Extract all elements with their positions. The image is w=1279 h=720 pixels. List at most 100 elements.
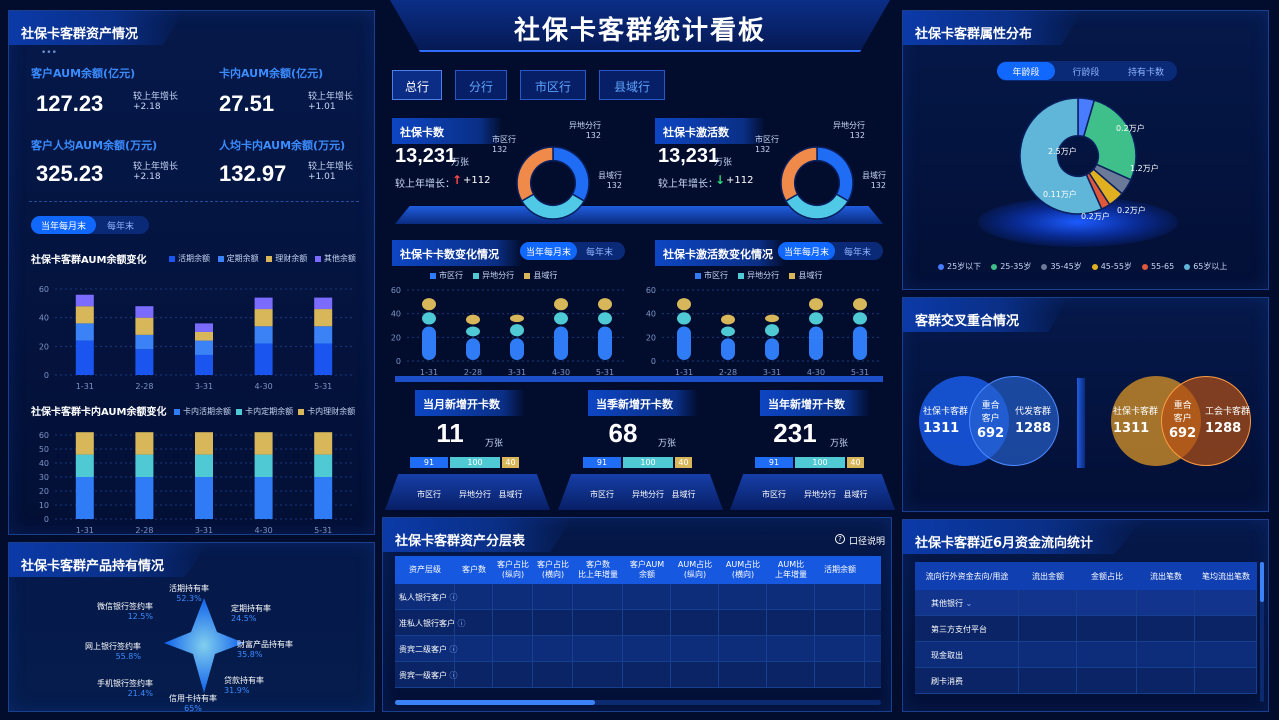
toggle-monthly[interactable]: 当年每月末 [520, 242, 578, 260]
tab-age[interactable]: 年龄段 [997, 62, 1055, 80]
legend-label: 市区行 [704, 271, 728, 280]
legend-swatch [298, 408, 305, 415]
tier-cell [493, 635, 533, 662]
tick-label: 20 [391, 333, 401, 342]
card-count-cmp-value: +112 [463, 175, 491, 186]
flow-scrollbar[interactable] [1260, 562, 1264, 702]
bar-segment [422, 298, 436, 311]
toggle-monthly[interactable]: 当年每月末 [31, 216, 97, 234]
aum-balance-chart: 0 20 40 60 1-31 2-28 3-31 4-30 5-31 [39, 285, 353, 391]
x-tick-label: 2-28 [135, 526, 153, 535]
tier-cell [573, 635, 623, 662]
card-count-title: 社保卡数 [392, 118, 502, 144]
flow-row[interactable]: 刷卡消费 [915, 667, 1257, 694]
bar-segment [598, 326, 612, 360]
flow-table: 流向行外资金去向/用途 流出金额 金额占比 流出笔数 笔均流出笔数 其他银行 ⌄ 第三方支… [915, 562, 1257, 694]
toggle-monthly[interactable]: 当年每月末 [778, 242, 836, 260]
new-card-unit: 万张 [830, 439, 849, 449]
tab-branch[interactable]: 分行 [455, 70, 507, 100]
pie-slice [552, 146, 590, 203]
tick-label: 60 [646, 286, 656, 295]
tier-header-cell: 活期余额 [824, 565, 856, 574]
toggle-yearly[interactable]: 每年末 [838, 242, 877, 260]
bar-segment [765, 324, 779, 337]
tab-county-branch[interactable]: 县域行 [599, 70, 665, 100]
tier-cell [623, 661, 671, 688]
radar-label: 定期持有率 24.5% [231, 603, 271, 623]
bar-segment [254, 326, 273, 344]
flow-cell [1019, 641, 1077, 668]
tier-header-cell: 客户AUM 余额 [629, 560, 665, 579]
legend-label: 县域行 [533, 271, 558, 280]
venn-name: 社保卡客群 [1113, 407, 1159, 417]
tick-label: 20 [646, 333, 656, 342]
bar-segment [809, 326, 823, 360]
product-panel: 社保卡客群产品持有情况 活期持有率 52.3% 定期持有率 24.5% 财富产品持有… [8, 542, 375, 713]
bar-segment [510, 314, 524, 323]
bar-segment [721, 338, 735, 360]
tier-cell [533, 661, 573, 688]
legend-swatch [169, 255, 175, 262]
bar-segment [75, 306, 94, 324]
new-card-bar-label: 市区行 [590, 490, 614, 499]
scrollbar-thumb[interactable] [1260, 562, 1264, 602]
help-link[interactable]: 口径说明 [849, 534, 885, 547]
new-card-bar: 91 [410, 457, 448, 468]
bar-segment [554, 298, 568, 311]
dots-icon: ••• [41, 48, 57, 58]
toggle-yearly[interactable]: 每年末 [97, 216, 144, 234]
metric-cmp-value: +1.01 [308, 102, 336, 112]
bar-segment [254, 297, 273, 310]
metric-label: 客户人均AUM余额(万元) [31, 139, 158, 152]
tab-city-branch[interactable]: 市区行 [520, 70, 586, 100]
bar-segment [721, 314, 735, 325]
flow-panel-title: 社保卡客群近6月资金流向统计 [903, 520, 1143, 554]
legend-label: 卡内活期余额 [183, 407, 231, 416]
help-icon[interactable]: ? [835, 534, 845, 544]
tab-card-count[interactable]: 持有卡数 [1117, 62, 1175, 80]
tier-cell [623, 583, 671, 610]
legend-swatch [938, 263, 944, 270]
toggle-yearly[interactable]: 每年末 [580, 242, 619, 260]
tier-row[interactable]: 贵宾二级客户 ⓘ [395, 635, 881, 662]
legend-swatch [430, 272, 436, 279]
bar-segment [598, 298, 612, 311]
card-change-title: 社保卡卡数变化情况 [392, 240, 522, 266]
tier-cell [455, 661, 493, 688]
legend-swatch [738, 272, 745, 279]
tab-tenure[interactable]: 行龄段 [1057, 62, 1115, 80]
flow-cell [1137, 641, 1195, 668]
tier-cell [533, 635, 573, 662]
bar-segment [510, 338, 524, 360]
divider [29, 201, 359, 202]
tier-row[interactable]: 准私人银行客户 ⓘ [395, 609, 881, 636]
flow-row[interactable]: 其他银行 ⌄ [915, 589, 1257, 616]
flow-header-cell: 笔均流出笔数 [1202, 571, 1250, 581]
active-count-cmp-value: +112 [726, 175, 754, 186]
tier-scrollbar[interactable] [395, 700, 881, 705]
bar-segment [466, 338, 480, 360]
x-tick-label: 3-31 [195, 526, 213, 535]
radar-label-value: 65% [184, 704, 202, 713]
chart2-title: 社保卡客群卡内AUM余额变化 [31, 407, 167, 418]
tab-head-office[interactable]: 总行 [392, 70, 442, 100]
bar-segment [466, 314, 480, 325]
scrollbar-thumb[interactable] [395, 700, 595, 705]
legend-label: 25-35岁 [1000, 262, 1032, 271]
flow-row[interactable]: 现金取出 [915, 641, 1257, 668]
tier-row[interactable]: 私人银行客户 ⓘ [395, 583, 881, 610]
legend-label: 45-55岁 [1100, 262, 1132, 271]
trend-up-icon: ↑ [452, 173, 463, 187]
bar-segment [135, 432, 154, 455]
bar-segment [254, 477, 273, 519]
chart1-title: 社保卡客群AUM余额变化 [31, 255, 147, 266]
tick-label: 0 [44, 515, 49, 524]
expand-chevron-icon[interactable]: ⌄ [963, 599, 973, 608]
card-count-unit: 万张 [451, 158, 470, 168]
donut-label: 县域行 132 [598, 170, 622, 190]
flow-cell [1019, 589, 1077, 616]
tier-row[interactable]: 贵宾一级客户 ⓘ [395, 661, 881, 688]
flow-row[interactable]: 第三方支付平台 [915, 615, 1257, 642]
tier-table: 资产层级 客户数 客户占比 (纵向) 客户占比 (横向) 客户数 比上年增量 客户AUM … [395, 556, 881, 688]
legend-label: 35-45岁 [1050, 262, 1082, 271]
